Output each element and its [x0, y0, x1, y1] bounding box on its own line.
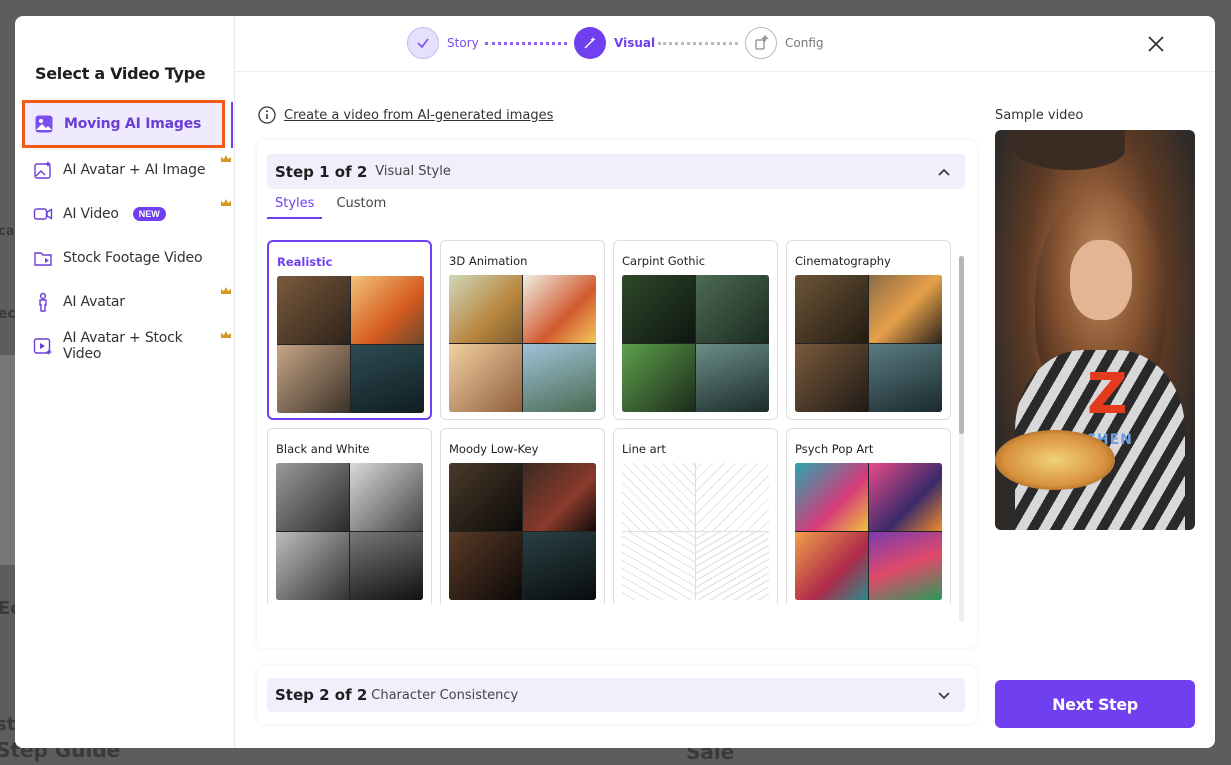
check-icon: [407, 27, 439, 59]
video-camera-icon: [33, 204, 53, 224]
step1-title: Step 1 of 2: [275, 162, 368, 181]
style-card-title: Line art: [622, 442, 666, 456]
sidebar-item-label: AI Video: [63, 206, 119, 222]
backdrop-text-ca: ca: [0, 224, 15, 239]
style-card-title: 3D Animation: [449, 254, 528, 268]
style-thumbnail: [795, 463, 942, 600]
magic-wand-icon: [574, 27, 606, 59]
style-card-title: Black and White: [276, 442, 370, 456]
info-icon: [258, 106, 276, 124]
sidebar-item-label: AI Avatar + Stock Video: [63, 330, 183, 362]
chevron-down-icon: [938, 692, 950, 700]
next-step-button[interactable]: Next Step: [995, 680, 1195, 728]
style-card-title: Carpint Gothic: [622, 254, 706, 268]
sample-logo-letter: Z: [1087, 362, 1128, 427]
new-badge: NEW: [132, 207, 166, 221]
step2-title: Step 2 of 2: [275, 686, 368, 704]
style-card-carpint-gothic[interactable]: Carpint Gothic: [613, 240, 778, 420]
person-icon: [33, 292, 53, 312]
style-thumbnail: [622, 275, 769, 412]
crown-icon: [221, 199, 231, 206]
image-icon: [34, 114, 54, 134]
style-thumbnail: [449, 463, 596, 600]
backdrop-strip: [0, 355, 15, 565]
sidebar-item-stock-footage-video[interactable]: Stock Footage Video: [24, 238, 222, 278]
step1-header[interactable]: Step 1 of 2 Visual Style: [267, 154, 965, 189]
step-connector: [485, 42, 567, 45]
info-row: Create a video from AI-generated images: [258, 106, 553, 124]
sidebar-title: Select a Video Type: [35, 64, 206, 83]
grid-scrollbar-thumb[interactable]: [959, 256, 964, 434]
progress-stepper: Story Visual Config: [235, 16, 1215, 72]
step-label: Visual: [614, 36, 656, 50]
close-icon[interactable]: [1145, 33, 1167, 55]
crown-icon: [221, 287, 231, 294]
style-grid: Realistic 3D Animation Carpint Gothic Ci…: [267, 240, 955, 604]
style-card-moody-low-key[interactable]: Moody Low-Key: [440, 428, 605, 604]
step2-subtitle: Character Consistency: [371, 687, 519, 703]
step-config[interactable]: Config: [745, 27, 824, 59]
folder-icon: [33, 248, 53, 268]
style-card-title: Realistic: [277, 255, 333, 269]
sidebar-item-label: Stock Footage Video: [63, 250, 203, 266]
step1-subtitle: Visual Style: [375, 164, 451, 179]
sidebar-item-ai-avatar-ai-image[interactable]: AI Avatar + AI Image: [24, 150, 222, 190]
crown-icon: [221, 331, 231, 338]
style-card-line-art[interactable]: Line art: [613, 428, 778, 604]
sidebar-item-ai-avatar-stock-video[interactable]: AI Avatar + Stock Video: [24, 326, 222, 366]
sidebar-item-label: AI Avatar: [63, 294, 125, 310]
chevron-up-icon: [938, 168, 950, 176]
crown-icon: [221, 155, 231, 162]
sidebar-item-ai-avatar[interactable]: AI Avatar: [24, 282, 222, 322]
sidebar-item-label: Moving AI Images: [64, 116, 202, 132]
sidebar-item-label: AI Avatar + AI Image: [63, 162, 206, 178]
sidebar-item-ai-video[interactable]: AI Video NEW: [24, 194, 222, 234]
style-card-title: Cinematography: [795, 254, 891, 268]
style-card-cinematography[interactable]: Cinematography: [786, 240, 951, 420]
tab-styles[interactable]: Styles: [267, 196, 323, 219]
settings-sparkle-icon: [745, 27, 777, 59]
step2-header[interactable]: Step 2 of 2 Character Consistency: [267, 678, 965, 712]
style-card-3d-animation[interactable]: 3D Animation: [440, 240, 605, 420]
style-thumbnail: [795, 275, 942, 412]
style-card-realistic[interactable]: Realistic: [267, 240, 432, 420]
style-card-title: Moody Low-Key: [449, 442, 539, 456]
sample-video-label: Sample video: [995, 108, 1084, 123]
step1-panel: Step 1 of 2 Visual Style Styles Custom R…: [257, 140, 977, 648]
grid-scrollbar[interactable]: [959, 256, 964, 622]
style-thumbnail: [276, 463, 423, 600]
video-type-modal: Select a Video Type Moving AI Images AI …: [15, 16, 1215, 748]
style-card-title: Psych Pop Art: [795, 442, 874, 456]
step-visual[interactable]: Visual: [574, 27, 655, 59]
video-type-sidebar: Select a Video Type Moving AI Images AI …: [15, 16, 235, 748]
style-thumbnail: [449, 275, 596, 412]
sidebar-item-moving-ai-images[interactable]: Moving AI Images: [22, 100, 225, 148]
sample-video-preview[interactable]: Z KITCHEN: [995, 130, 1195, 530]
active-indicator: [231, 102, 233, 148]
style-card-psych-pop-art[interactable]: Psych Pop Art: [786, 428, 951, 604]
step2-panel: Step 2 of 2 Character Consistency: [257, 666, 977, 724]
create-video-link[interactable]: Create a video from AI-generated images: [284, 108, 553, 123]
play-sparkle-icon: [33, 336, 53, 356]
step-story[interactable]: Story: [407, 27, 479, 59]
backdrop-text-ec-small: ec: [0, 306, 16, 322]
step-label: Config: [785, 36, 824, 50]
style-thumbnail: [622, 463, 769, 600]
step-connector: [658, 42, 738, 45]
sample-bowl: [995, 430, 1115, 490]
style-tabs: Styles Custom: [267, 196, 400, 219]
sample-face: [1070, 240, 1132, 320]
sample-lamp: [1015, 130, 1125, 170]
sparkle-image-icon: [33, 160, 53, 180]
tab-custom[interactable]: Custom: [328, 196, 394, 219]
step-label: Story: [447, 36, 479, 50]
style-card-black-and-white[interactable]: Black and White: [267, 428, 432, 604]
style-thumbnail: [277, 276, 424, 413]
